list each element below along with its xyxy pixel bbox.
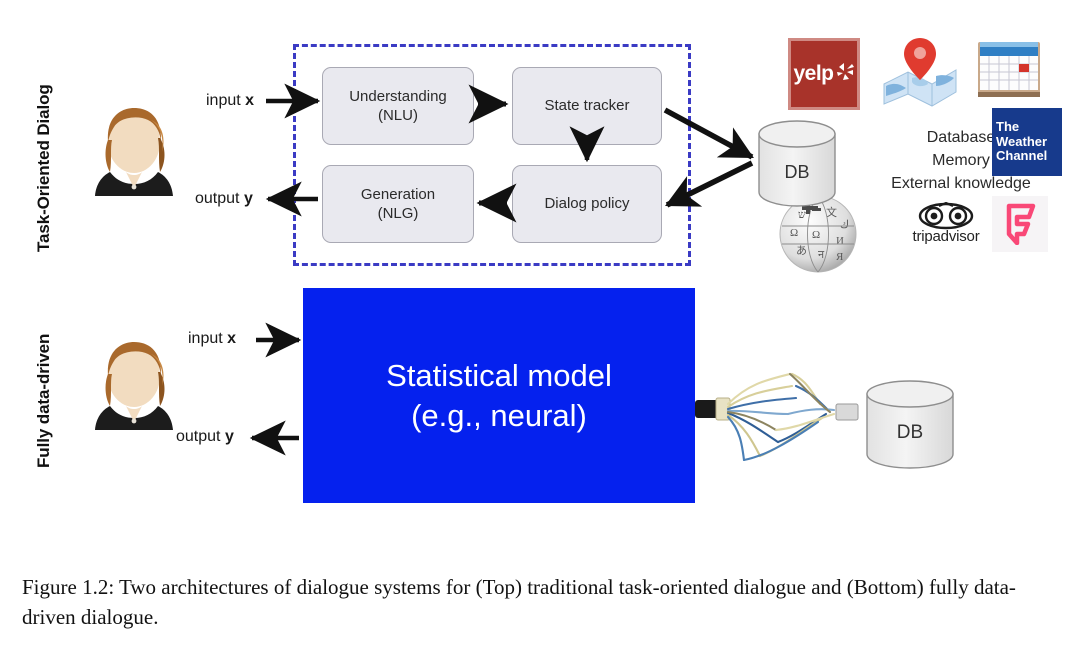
svg-text:Ω: Ω	[812, 229, 820, 241]
module-box-dialog-policy[interactable]: Dialog policy	[512, 165, 662, 243]
database-cylinder-bottom: DB	[862, 378, 958, 470]
output-label-text: output	[195, 190, 240, 207]
input-variable: x	[245, 92, 255, 109]
module-label: Understanding (NLU)	[349, 87, 447, 126]
input-label-top: input x	[206, 92, 254, 110]
module-label: Generation (NLG)	[361, 185, 435, 224]
foursquare-logo-icon	[992, 196, 1048, 252]
output-label-top: output y	[195, 190, 253, 208]
calendar-logo-icon	[972, 32, 1048, 106]
svg-text:न: न	[818, 249, 825, 261]
weather-text-line2: Weather	[996, 133, 1048, 149]
database-cylinder-top: DB	[754, 118, 840, 208]
statistical-model-box[interactable]: Statistical model (e.g., neural)	[303, 288, 695, 503]
yelp-logo-icon: yelp	[788, 38, 860, 110]
input-label-text: input	[206, 92, 241, 109]
input-variable: x	[227, 330, 237, 347]
user-avatar-icon	[86, 102, 182, 196]
tripadvisor-logo-text: tripadvisor	[912, 228, 980, 245]
tripadvisor-logo-icon: tripadvisor	[898, 202, 994, 254]
module-label: State tracker	[544, 96, 629, 116]
module-label-line1: Generation	[360, 185, 436, 203]
input-label-text: input	[188, 330, 223, 347]
database-label-top: DB	[784, 162, 809, 182]
output-label-text: output	[176, 428, 221, 445]
svg-text:あ: あ	[796, 244, 807, 257]
module-label-line2: (NLG)	[377, 205, 419, 222]
input-label-bottom: input x	[188, 330, 236, 348]
svg-text:И: И	[836, 235, 844, 247]
output-label-bottom: output y	[176, 428, 234, 446]
module-box-generation[interactable]: Generation (NLG)	[322, 165, 474, 243]
statistical-model-label-line2: (e.g., neural)	[411, 397, 587, 433]
svg-text:ك: ك	[840, 219, 849, 231]
module-label: Dialog policy	[544, 194, 629, 214]
module-label-line1: State tracker	[544, 97, 630, 115]
map-pin-logo-icon	[880, 34, 960, 110]
weather-text-line1: The	[996, 119, 1020, 135]
output-variable: y	[224, 428, 234, 445]
module-box-state-tracker[interactable]: State tracker	[512, 67, 662, 145]
weather-channel-logo-text: The Weather Channel	[992, 120, 1062, 164]
network-cable-graphic	[695, 372, 859, 462]
section-label-fully-data-driven: Fully data-driven	[34, 333, 53, 468]
module-label-line1: Understanding	[349, 87, 447, 105]
module-label-line1: Dialog policy	[544, 195, 630, 213]
database-label-bottom: DB	[897, 422, 923, 443]
svg-text:Я: Я	[836, 251, 844, 263]
weather-text-line3: Channel	[996, 148, 1048, 164]
statistical-model-label-line1: Statistical model	[386, 357, 612, 393]
svg-text:Ω: Ω	[790, 227, 798, 239]
user-avatar-icon-bottom	[86, 336, 182, 430]
weather-channel-logo-icon: The Weather Channel	[992, 108, 1062, 176]
module-label-line2: (NLU)	[377, 107, 418, 124]
yelp-logo-text: yelp	[793, 62, 834, 85]
module-box-understanding[interactable]: Understanding (NLU)	[322, 67, 474, 145]
figure-caption: Figure 1.2: Two architectures of dialogu…	[22, 575, 1016, 630]
svg-text:ש: ש	[798, 209, 806, 221]
figure-container: Task-Oriented Dialog Fully data-driven i…	[0, 0, 1080, 662]
output-variable: y	[243, 190, 253, 207]
section-label-task-oriented: Task-Oriented Dialog	[34, 84, 53, 252]
